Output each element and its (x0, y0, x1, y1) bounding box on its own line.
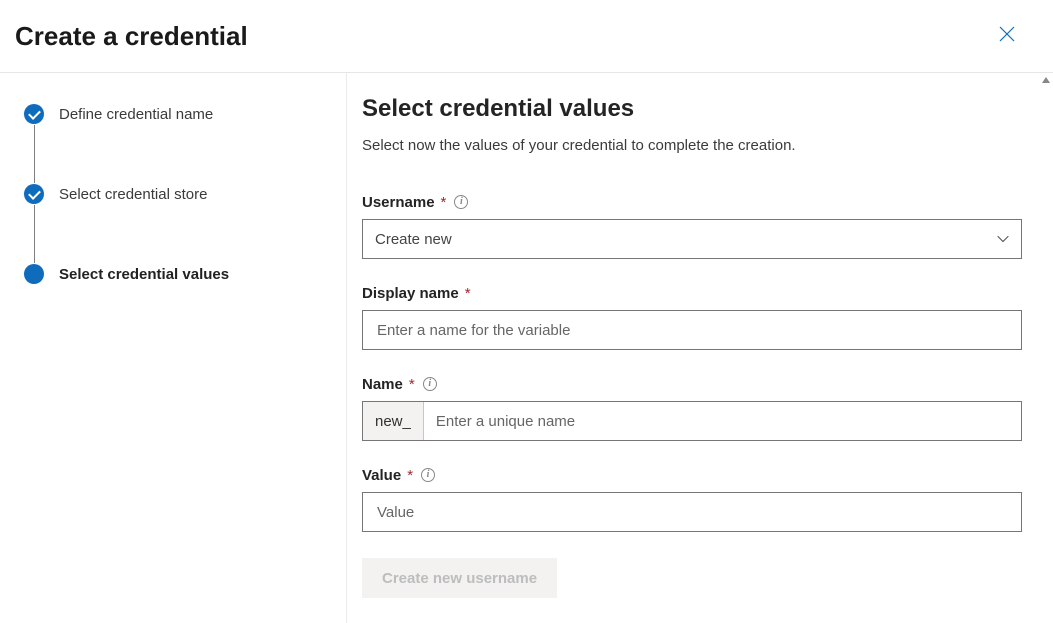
main-description: Select now the values of your credential… (362, 137, 1023, 154)
value-input[interactable] (375, 493, 1009, 531)
wizard-stepper: Define credential name Select credential… (0, 73, 347, 623)
step-select-credential-store[interactable]: Select credential store (24, 183, 326, 205)
vertical-scrollbar[interactable] (1039, 73, 1053, 623)
username-dropdown[interactable]: Create new (362, 219, 1022, 259)
required-indicator: * (465, 285, 471, 302)
step-label: Select credential store (59, 186, 207, 203)
dialog-title: Create a credential (15, 21, 248, 52)
dialog-header: Create a credential (0, 0, 1053, 73)
display-name-input[interactable] (375, 311, 1009, 349)
field-label: Display name * (362, 285, 1023, 302)
dialog-body: Define credential name Select credential… (0, 73, 1053, 623)
name-input[interactable] (424, 402, 1021, 440)
field-label: Name * (362, 376, 1023, 393)
name-input-wrapper: new_ (362, 401, 1022, 441)
check-icon (24, 184, 44, 204)
scroll-up-icon (1039, 73, 1053, 87)
step-define-credential-name[interactable]: Define credential name (24, 103, 326, 125)
label-text: Username (362, 194, 435, 211)
field-label: Username * (362, 194, 1023, 211)
required-indicator: * (407, 467, 413, 484)
step-select-credential-values[interactable]: Select credential values (24, 263, 326, 285)
info-icon[interactable] (454, 195, 468, 209)
step-connector (34, 205, 35, 263)
label-text: Name (362, 376, 403, 393)
field-value: Value * (362, 467, 1023, 532)
main-panel: Select credential values Select now the … (347, 73, 1053, 623)
field-username: Username * Create new (362, 194, 1023, 259)
step-label: Select credential values (59, 266, 229, 283)
create-new-username-button[interactable]: Create new username (362, 558, 557, 598)
required-indicator: * (441, 194, 447, 211)
value-input-wrapper (362, 492, 1022, 532)
required-indicator: * (409, 376, 415, 393)
step-connector (34, 125, 35, 183)
check-icon (24, 104, 44, 124)
field-label: Value * (362, 467, 1023, 484)
display-name-input-wrapper (362, 310, 1022, 350)
field-name: Name * new_ (362, 376, 1023, 441)
current-step-icon (24, 264, 44, 284)
dropdown-selected-value: Create new (375, 231, 452, 248)
name-prefix: new_ (363, 402, 424, 440)
info-icon[interactable] (423, 377, 437, 391)
label-text: Value (362, 467, 401, 484)
close-icon (999, 26, 1015, 46)
close-button[interactable] (991, 20, 1023, 52)
info-icon[interactable] (421, 468, 435, 482)
main-heading: Select credential values (362, 95, 1023, 123)
field-display-name: Display name * (362, 285, 1023, 350)
label-text: Display name (362, 285, 459, 302)
chevron-down-icon (997, 235, 1009, 243)
step-label: Define credential name (59, 106, 213, 123)
